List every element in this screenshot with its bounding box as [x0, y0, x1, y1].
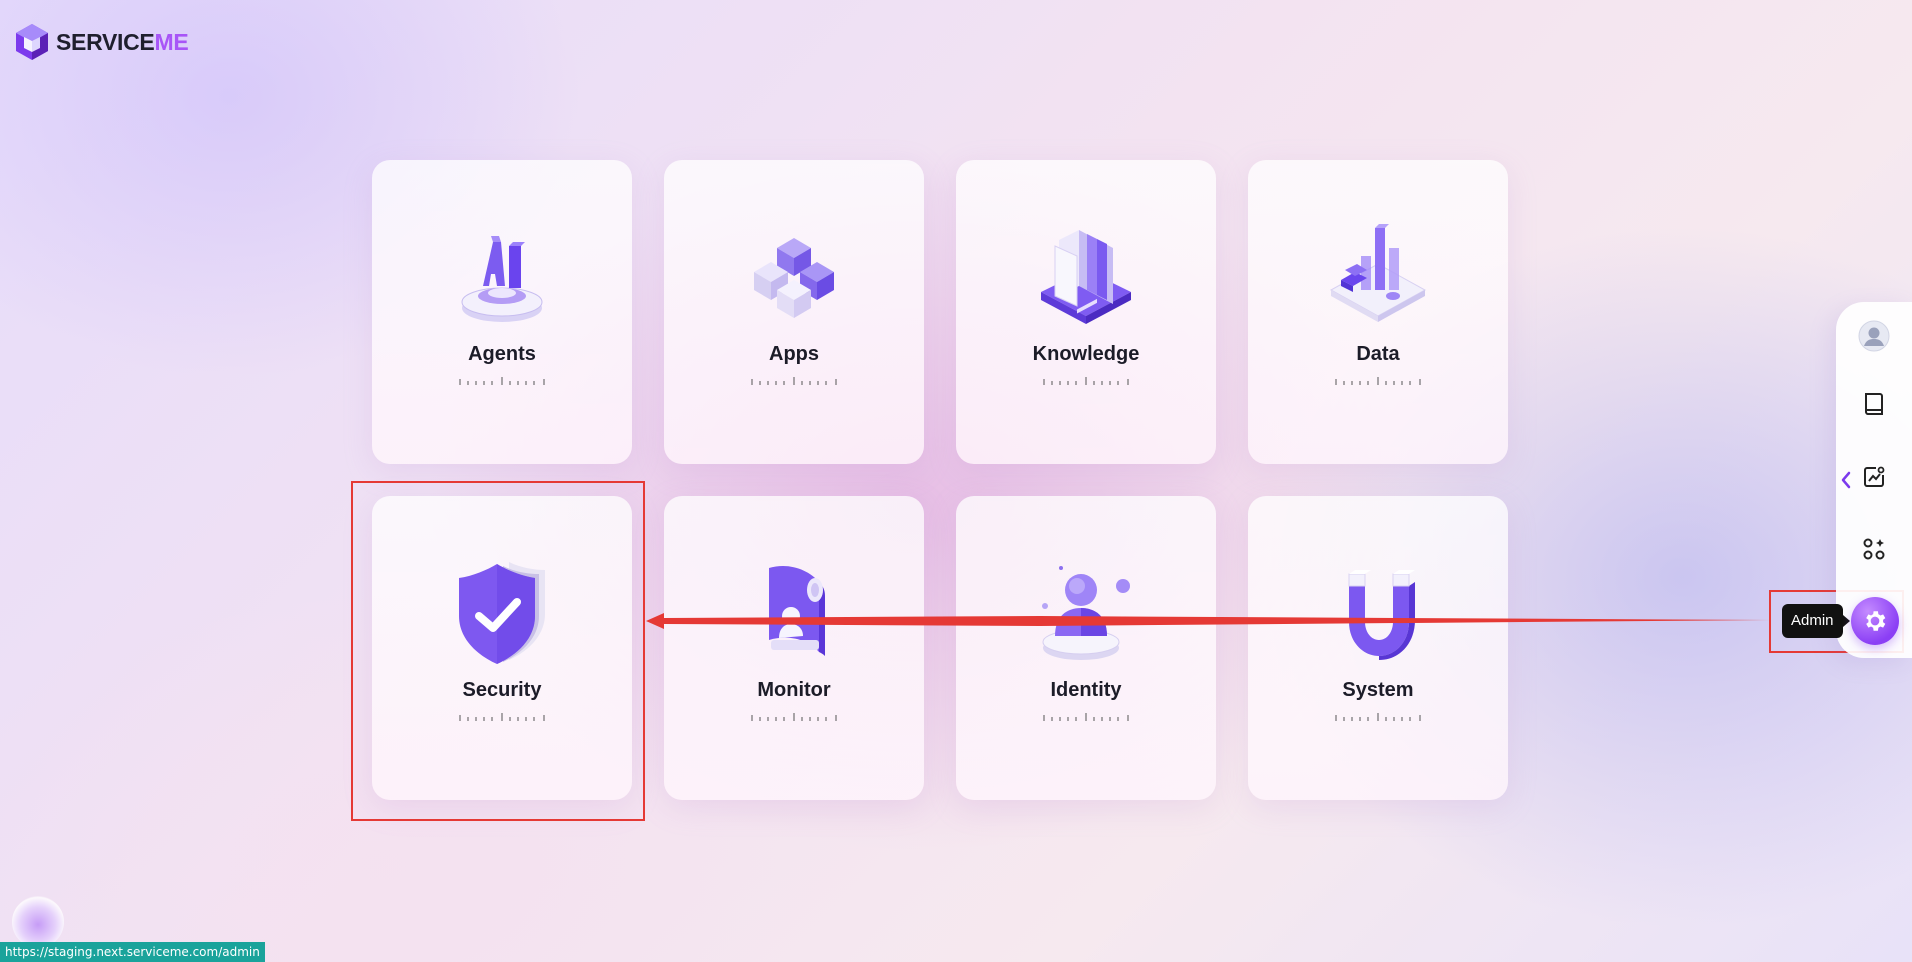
module-label: Knowledge — [1032, 343, 1140, 365]
data-chart-icon — [1329, 224, 1427, 322]
ruler-decoration — [751, 713, 837, 721]
apps-grid-icon — [1863, 538, 1885, 560]
analytics-button[interactable] — [1856, 459, 1892, 495]
ruler-decoration — [751, 377, 837, 385]
user-avatar-button[interactable] — [1856, 318, 1892, 354]
module-label: System — [1342, 679, 1414, 701]
annotation-arrow — [646, 613, 1770, 629]
module-card-monitor[interactable]: Monitor — [664, 496, 924, 800]
module-card-identity[interactable]: Identity — [956, 496, 1216, 800]
assistant-orb-button[interactable] — [12, 896, 64, 948]
apps-grid-button[interactable] — [1856, 531, 1892, 567]
docs-button[interactable] — [1856, 386, 1892, 422]
ruler-decoration — [1335, 377, 1421, 385]
serviceme-logo-icon — [16, 24, 48, 60]
brand-logo[interactable]: SERVICEME — [14, 22, 189, 62]
user-avatar-icon — [1858, 320, 1890, 352]
module-label: Monitor — [757, 679, 831, 701]
module-label: Apps — [769, 343, 819, 365]
ruler-decoration — [459, 377, 545, 385]
agents-ai-icon — [461, 236, 543, 322]
collapse-chevron-icon[interactable] — [1837, 468, 1855, 492]
status-bar-url: https://staging.next.serviceme.com/admin — [0, 942, 265, 962]
module-card-data[interactable]: Data — [1248, 160, 1508, 464]
admin-tooltip: Admin — [1782, 604, 1850, 638]
highlight-box-security — [351, 481, 645, 821]
apps-cubes-icon — [754, 238, 834, 318]
book-icon — [1865, 393, 1883, 415]
ruler-decoration — [1043, 713, 1129, 721]
admin-button[interactable] — [1851, 597, 1899, 645]
brand-name: SERVICEME — [56, 28, 189, 55]
module-card-apps[interactable]: Apps — [664, 160, 924, 464]
ruler-decoration — [1335, 713, 1421, 721]
ruler-decoration — [1043, 377, 1129, 385]
gear-icon — [1866, 611, 1886, 631]
module-card-agents[interactable]: Agents — [372, 160, 632, 464]
knowledge-book-icon — [1041, 230, 1131, 324]
module-card-system[interactable]: System — [1248, 496, 1508, 800]
analytics-chart-icon — [1864, 466, 1885, 487]
module-label: Agents — [468, 343, 536, 365]
module-label: Identity — [1050, 679, 1122, 701]
module-card-knowledge[interactable]: Knowledge — [956, 160, 1216, 464]
module-label: Data — [1356, 343, 1400, 365]
